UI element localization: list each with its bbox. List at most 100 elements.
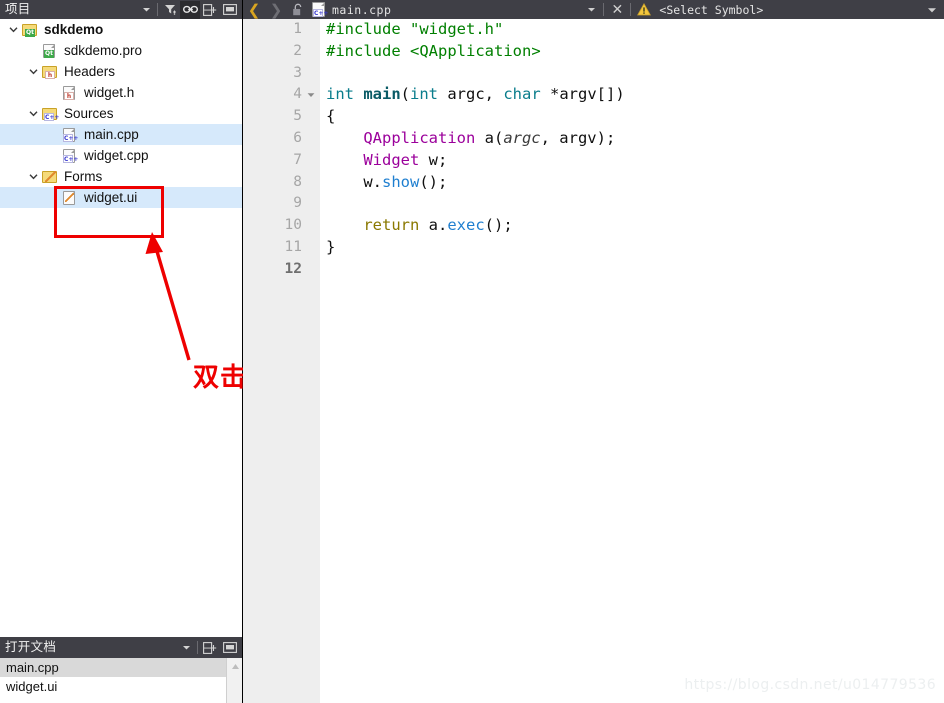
link-icon[interactable]: [180, 1, 200, 19]
toolbar-divider: [603, 3, 604, 16]
tree-item-forms[interactable]: Forms: [0, 166, 242, 187]
tree-item-label: main.cpp: [83, 127, 139, 142]
symbol-dropdown-icon[interactable]: [920, 0, 944, 19]
line-number: 9: [243, 193, 320, 215]
qt-pro-file-icon: Qt: [41, 43, 59, 59]
code-token: w;: [419, 151, 447, 169]
active-file-name[interactable]: main.cpp: [332, 3, 391, 17]
navigate-back-icon[interactable]: ❮: [243, 0, 265, 19]
cpp-file-icon: C++: [61, 127, 79, 143]
header-file-icon: h: [61, 85, 79, 101]
code-line: QApplication a(argc, argv);: [326, 128, 944, 150]
code-editor-pane: ❮ ❯ C++ main.cpp ✕: [243, 0, 944, 703]
chevron-down-icon[interactable]: [6, 25, 21, 34]
fold-toggle-icon[interactable]: [306, 84, 316, 106]
opendocs-dropdown-icon[interactable]: [177, 639, 195, 657]
project-file-tree[interactable]: QtsdkdemoQtsdkdemo.prohHeadershwidget.hC…: [0, 19, 242, 636]
cpp-file-icon: C++: [61, 148, 79, 164]
code-token: ();: [419, 173, 447, 191]
qt-project-folder-icon: Qt: [21, 22, 39, 38]
toolbar-divider: [630, 3, 631, 16]
code-token: char: [503, 85, 540, 103]
code-line: w.show();: [326, 172, 944, 194]
code-token: int: [410, 85, 438, 103]
tree-item-widget-cpp[interactable]: C++ widget.cpp: [0, 145, 242, 166]
tree-item-sources[interactable]: C++Sources: [0, 103, 242, 124]
line-number: 8: [243, 172, 320, 194]
code-line: }: [326, 237, 944, 259]
code-token: argc: [503, 129, 540, 147]
code-line: {: [326, 106, 944, 128]
code-token: #include: [326, 42, 410, 60]
opendocs-list[interactable]: main.cppwidget.ui: [0, 658, 242, 703]
line-number: 2: [243, 41, 320, 63]
watermark-text: https://blog.csdn.net/u014779536: [684, 677, 936, 693]
warning-icon[interactable]: [633, 0, 655, 19]
code-content[interactable]: #include "widget.h"#include <QApplicatio…: [320, 19, 944, 703]
header-divider: [157, 3, 158, 16]
tree-item-label: sdkdemo.pro: [63, 43, 142, 58]
editor-toolbar: ❮ ❯ C++ main.cpp ✕: [243, 0, 944, 19]
code-area[interactable]: 123456789101112 #include "widget.h"#incl…: [243, 19, 944, 703]
headers-folder-icon: h: [41, 64, 59, 80]
opendocs-scrollbar[interactable]: [226, 658, 242, 703]
code-token: ,: [485, 85, 504, 103]
symbol-selector-label: <Select Symbol>: [659, 3, 763, 17]
code-token: argc: [438, 85, 485, 103]
navigate-forward-icon[interactable]: ❯: [265, 0, 287, 19]
line-number: 10: [243, 215, 320, 237]
filter-icon[interactable]: [160, 1, 180, 19]
tree-item-widget-ui[interactable]: widget.ui: [0, 187, 242, 208]
chevron-down-icon[interactable]: [26, 109, 41, 118]
unlock-icon[interactable]: [287, 0, 309, 19]
tree-item-main-cpp[interactable]: C++ main.cpp: [0, 124, 242, 145]
code-token: a.: [419, 216, 447, 234]
tree-item-label: widget.cpp: [83, 148, 149, 163]
line-number: 1: [243, 19, 320, 41]
code-token: }: [326, 238, 335, 256]
chevron-down-icon[interactable]: [26, 67, 41, 76]
code-line: [326, 63, 944, 85]
filter-dropdown-icon[interactable]: [137, 1, 155, 19]
opendocs-panel-title: 打开文档: [5, 638, 177, 657]
code-token: *argv[]): [541, 85, 625, 103]
split-icon[interactable]: [200, 1, 220, 19]
cpp-file-icon: C++: [311, 2, 327, 18]
tree-item-label: widget.ui: [83, 190, 137, 205]
line-number: 11: [243, 237, 320, 259]
close-panel-icon[interactable]: [220, 639, 240, 657]
line-number: 6: [243, 128, 320, 150]
split-icon[interactable]: [200, 639, 220, 657]
code-token: QApplication: [363, 129, 475, 147]
project-sidebar: 项目: [0, 0, 243, 703]
opendoc-item-widget-ui[interactable]: widget.ui: [0, 677, 242, 696]
code-token: , argv);: [541, 129, 616, 147]
code-line: Widget w;: [326, 150, 944, 172]
close-file-icon[interactable]: ✕: [606, 0, 628, 19]
tree-item-label: widget.h: [83, 85, 134, 100]
close-panel-icon[interactable]: [220, 1, 240, 19]
tree-item-widget-h[interactable]: h widget.h: [0, 82, 242, 103]
code-token: a(: [475, 129, 503, 147]
tree-item-label: sdkdemo: [43, 22, 103, 37]
scroll-up-icon[interactable]: [227, 658, 243, 674]
header-divider: [197, 641, 198, 654]
tab-dropdown-icon[interactable]: [581, 0, 601, 19]
chevron-down-icon[interactable]: [26, 172, 41, 181]
opendocs-panel-header: 打开文档: [0, 637, 242, 658]
tree-item-sdkdemo-pro[interactable]: Qt sdkdemo.pro: [0, 40, 242, 61]
line-number: 3: [243, 63, 320, 85]
tree-item-headers[interactable]: hHeaders: [0, 61, 242, 82]
line-number: 4: [243, 84, 320, 106]
code-line: #include <QApplication>: [326, 41, 944, 63]
tree-item-label: Sources: [63, 106, 114, 121]
line-number-gutter: 123456789101112: [243, 19, 320, 703]
code-token: main: [363, 85, 400, 103]
code-line: int main(int argc, char *argv[]): [326, 84, 944, 106]
symbol-selector[interactable]: <Select Symbol>: [655, 3, 920, 17]
tree-item-sdkdemo[interactable]: Qt sdkdemo: [0, 19, 242, 40]
line-number: 7: [243, 150, 320, 172]
forms-folder-icon: [41, 169, 59, 185]
opendoc-item-main-cpp[interactable]: main.cpp: [0, 658, 242, 677]
code-line: [326, 259, 944, 281]
